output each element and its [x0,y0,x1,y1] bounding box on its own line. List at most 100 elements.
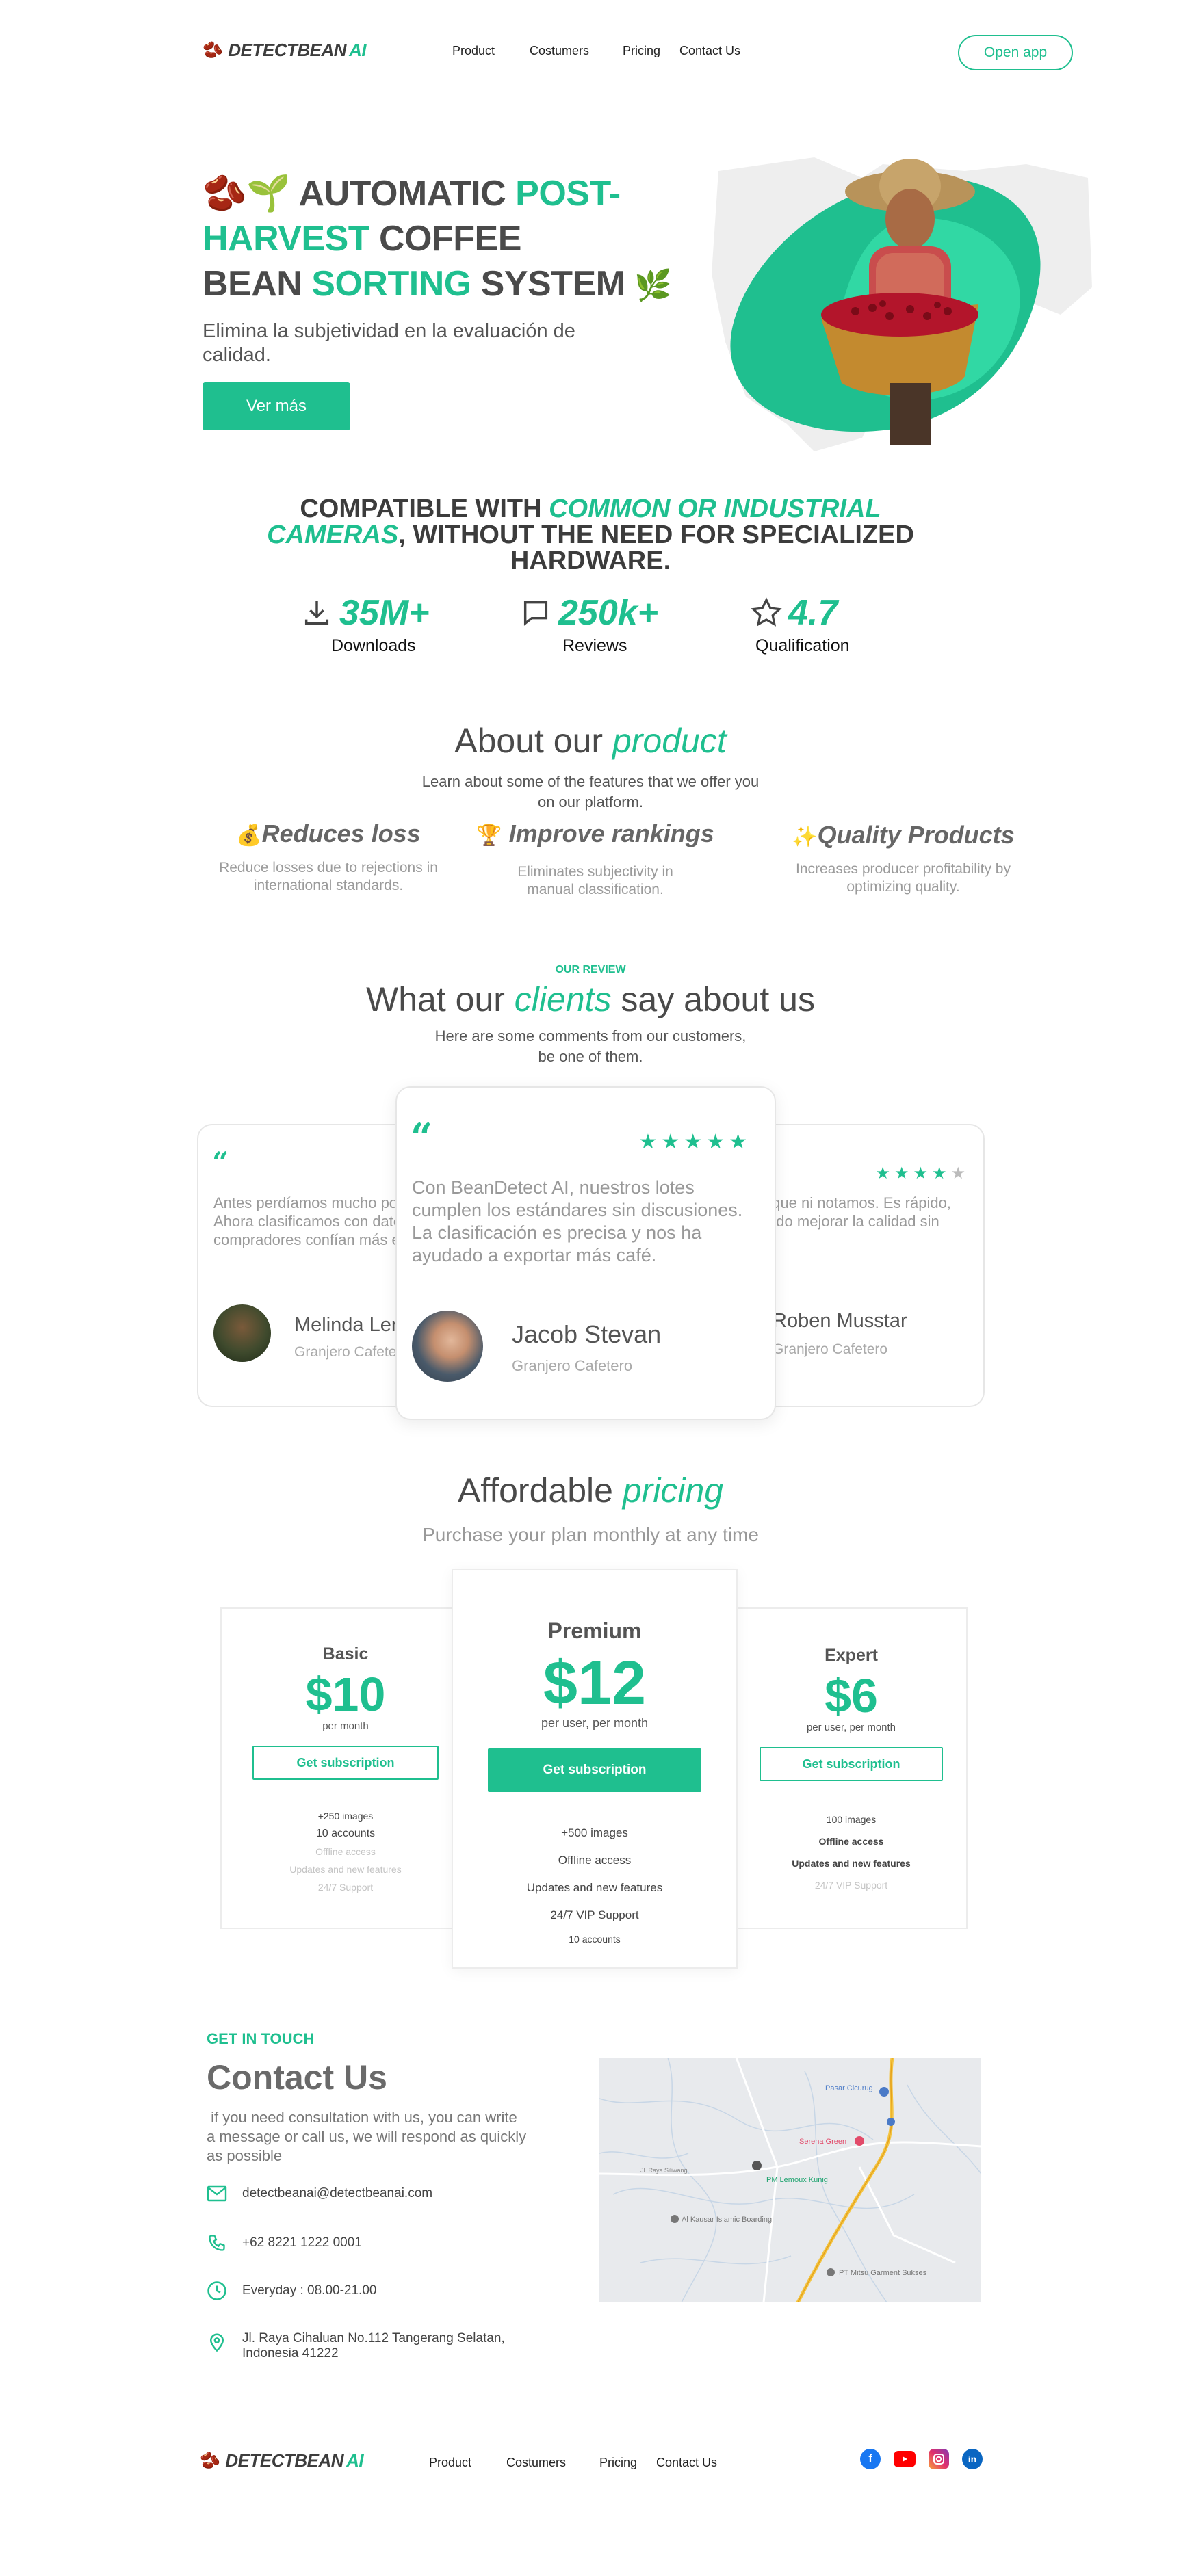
contact-eyebrow: GET IN TOUCH [207,2030,315,2047]
plan-name: Expert [825,1646,878,1665]
map-label: PT Mitsu Garment Sukses [839,2269,927,2277]
plan-price: $10 [305,1668,386,1721]
facebook-icon[interactable]: f [860,2449,881,2469]
nav-costumers[interactable]: Costumers [530,44,589,58]
plan-name: Basic [322,1644,369,1664]
money-bag-icon: 💰 [236,824,262,847]
mail-icon [207,2185,227,2202]
pricing-title-text: Affordable [457,1471,623,1510]
compat-highlight: CAMERAS [267,521,399,549]
hero-title-part: AUTOMATIC [298,174,516,213]
map-label: Pasar Cicurug [825,2084,873,2092]
hero-illustration [712,157,1092,451]
review-subtitle-line: Here are some comments from our customer… [434,1027,747,1044]
feature-improve-rankings: 🏆 Improve rankings Eliminates subjectivi… [472,819,718,899]
footer-logo[interactable]: 🫘 DETECTBEAN AI [200,2450,364,2471]
footer-nav-product[interactable]: Product [429,2456,471,2470]
footer-nav-costumers[interactable]: Costumers [506,2456,566,2470]
star-empty-icon: ★ [950,1164,970,1183]
plan-card-premium: Premium $12 per user, per month Get subs… [452,1569,738,1969]
rating-stars: ★★★★★ [875,1164,970,1183]
stat-qualification: 4.7 Qualification [750,592,969,656]
rating-stars: ★★★★★ [638,1131,751,1153]
hero-title-part: HARVEST [203,219,370,259]
reviewer-role: Granjero Cafetero [512,1357,633,1374]
social-links: f in [860,2449,983,2469]
plan-period: per month [322,1720,369,1732]
location-map[interactable]: Pasar Cicurug Serena Green PM Lemoux Kun… [599,2058,981,2302]
feature-title: Quality Products [817,821,1015,849]
contact-hours: Everyday : 08.00-21.00 [207,2281,376,2301]
review-subtitle: Here are some comments from our customer… [385,1026,796,1067]
coffee-bean-icon: 🫘 [203,41,223,60]
get-subscription-button[interactable]: Get subscription [252,1746,439,1780]
contact-title: Contact Us [207,2058,387,2097]
plan-feature: Offline access [818,1836,884,1847]
plan-card-basic: Basic $10 per month Get subscription +25… [220,1607,471,1929]
leaf-emoji: 🌿 [634,269,672,302]
about-title: About our product [317,721,864,761]
chat-bubble-icon [523,601,548,626]
reviewer-role: Granjero Cafetero [294,1344,410,1360]
pricing-title-highlight: pricing [622,1471,724,1510]
stat-label: Downloads [331,636,416,655]
pricing-title: Affordable pricing [317,1471,864,1510]
plan-feature: 24/7 VIP Support [550,1908,639,1921]
map-label: Al Kausar Islamic Boarding [682,2216,772,2224]
review-card-left: “ Antes perdíamos mucho por errores huma… [197,1124,423,1407]
review-title-highlight: clients [514,980,612,1018]
contact-phone[interactable]: +62 8221 1222 0001 [207,2233,362,2252]
plan-feature: +500 images [561,1826,628,1839]
footer-nav-pricing[interactable]: Pricing [599,2456,637,2470]
phone-icon [209,2235,225,2251]
linkedin-icon[interactable]: in [962,2449,983,2469]
beans-emoji: 🫘🌱 [203,174,291,213]
stat-value: 250k+ [558,593,659,633]
hero-title-part: POST- [515,174,621,213]
plan-feature: 10 accounts [569,1934,621,1945]
feature-title: Reduces loss [261,819,421,847]
trophy-icon: 🏆 [476,824,502,847]
hero-title-part: COFFEE [369,219,521,259]
hero-title-part: SORTING [311,264,471,304]
open-app-button[interactable]: Open app [958,35,1073,70]
stat-label: Reviews [562,636,627,655]
compat-highlight: COMMON OR INDUSTRIAL [549,495,881,523]
plan-feature: 24/7 VIP Support [814,1880,888,1891]
plan-period: per user, per month [541,1716,649,1730]
brand-name: DETECTBEAN [228,40,347,60]
nav-product[interactable]: Product [452,44,495,58]
nav-pricing[interactable]: Pricing [623,44,660,58]
download-icon [304,601,329,625]
contact-email-text: detectbeanai@detectbeanai.com [242,2186,433,2200]
brand-logo[interactable]: 🫘 DETECTBEAN AI [203,40,367,61]
location-pin-icon [209,2333,224,2352]
map-graphic: Pasar Cicurug Serena Green PM Lemoux Kun… [599,2058,981,2302]
footer-nav-contact[interactable]: Contact Us [656,2456,717,2470]
plan-feature: Offline access [558,1854,632,1867]
plan-feature: Updates and new features [526,1881,663,1894]
about-title-text: About our [454,722,612,760]
review-card-right: ★★★★★ Detecta defectos que ni notamos. E… [756,1124,985,1407]
feature-desc: Increases producer profitability by opti… [796,861,1011,895]
map-label: PM Lemoux Kunig [766,2176,828,2184]
brand-ai: AI [346,2450,364,2471]
get-subscription-button[interactable]: Get subscription [760,1747,943,1781]
plan-feature: Updates and new features [792,1858,911,1869]
stat-downloads: 35M+ Downloads [301,592,520,656]
nav-contact[interactable]: Contact Us [679,44,740,58]
instagram-icon[interactable] [929,2449,949,2469]
review-title: What our clients say about us [248,980,933,1019]
plan-name: Premium [547,1618,642,1643]
coffee-cherries [821,293,978,337]
get-subscription-button[interactable]: Get subscription [488,1748,701,1792]
compat-text: COMPATIBLE WITH [300,495,549,523]
see-more-button[interactable]: Ver más [203,382,350,430]
map-label: Jl. Raya Siliwangi [640,2167,689,2174]
youtube-icon[interactable] [894,2451,916,2467]
stat-label: Qualification [755,636,850,655]
contact-email[interactable]: detectbeanai@detectbeanai.com [207,2185,432,2202]
contact-address-text: Jl. Raya Cihaluan No.112 Tangerang Selat… [242,2331,505,2361]
stat-value: 35M+ [339,593,430,633]
plan-card-expert: Expert $6 per user, per month Get subscr… [735,1607,968,1929]
